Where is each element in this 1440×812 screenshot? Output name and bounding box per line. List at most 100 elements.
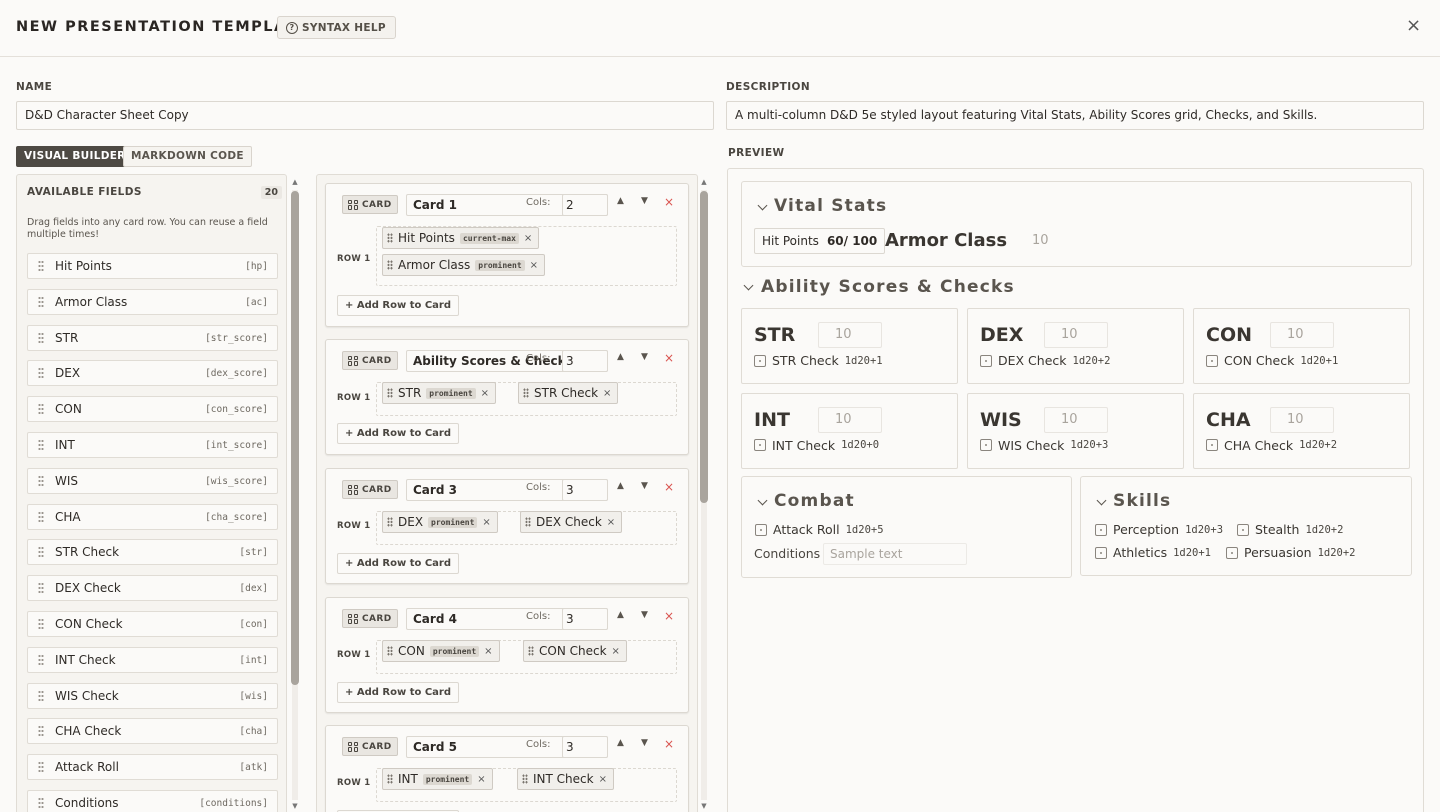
- scroll-up-icon[interactable]: ▲: [290, 178, 300, 186]
- drag-handle-icon[interactable]: [38, 725, 44, 738]
- close-icon[interactable]: ×: [1406, 15, 1421, 36]
- remove-chip-icon[interactable]: ×: [530, 260, 538, 271]
- move-up-icon[interactable]: ▲: [617, 352, 624, 362]
- delete-card-icon[interactable]: ×: [664, 609, 674, 623]
- available-field-item[interactable]: WIS [wis_score]: [27, 467, 278, 494]
- move-down-icon[interactable]: ▼: [641, 196, 648, 206]
- available-field-item[interactable]: INT [int_score]: [27, 432, 278, 458]
- scroll-thumb[interactable]: [700, 191, 708, 503]
- drag-handle-icon[interactable]: [523, 388, 529, 398]
- drag-handle-icon[interactable]: [387, 646, 393, 656]
- add-row-button[interactable]: + Add Row to Card: [337, 682, 459, 703]
- cols-input[interactable]: 3: [562, 350, 608, 372]
- available-field-item[interactable]: STR Check [str]: [27, 539, 278, 566]
- cols-input[interactable]: 2: [562, 194, 608, 216]
- remove-chip-icon[interactable]: ×: [524, 233, 532, 244]
- drag-handle-icon[interactable]: [522, 774, 528, 784]
- placed-field-chip[interactable]: STR Check ×: [518, 382, 619, 404]
- placed-field-chip[interactable]: DEX prominent ×: [382, 511, 498, 533]
- move-down-icon[interactable]: ▼: [641, 481, 648, 491]
- conditions-input[interactable]: Sample text: [823, 543, 967, 565]
- tab-visual-builder[interactable]: VISUAL BUILDER: [16, 146, 134, 167]
- drag-handle-icon[interactable]: [38, 797, 44, 809]
- available-field-item[interactable]: Attack Roll [atk]: [27, 754, 278, 781]
- tab-markdown-code[interactable]: MARKDOWN CODE: [123, 146, 252, 167]
- scroll-up-icon[interactable]: ▲: [699, 178, 709, 186]
- placed-field-chip[interactable]: DEX Check ×: [520, 511, 623, 533]
- remove-chip-icon[interactable]: ×: [477, 774, 485, 785]
- remove-chip-icon[interactable]: ×: [607, 517, 615, 528]
- remove-chip-icon[interactable]: ×: [603, 388, 611, 399]
- move-up-icon[interactable]: ▲: [617, 196, 624, 206]
- name-input[interactable]: D&D Character Sheet Copy: [16, 101, 714, 130]
- available-field-item[interactable]: DEX [dex_score]: [27, 360, 278, 387]
- move-down-icon[interactable]: ▼: [641, 738, 648, 748]
- move-down-icon[interactable]: ▼: [641, 610, 648, 620]
- available-field-item[interactable]: INT Check [int]: [27, 646, 278, 673]
- available-field-item[interactable]: WIS Check [wis]: [27, 682, 278, 709]
- description-input[interactable]: A multi-column D&D 5e styled layout feat…: [726, 101, 1424, 130]
- available-field-item[interactable]: Hit Points [hp]: [27, 253, 278, 279]
- ability-check[interactable]: INT Check 1d20+0: [754, 438, 879, 453]
- drag-handle-icon[interactable]: [387, 774, 393, 784]
- drag-handle-icon[interactable]: [38, 653, 44, 666]
- chevron-down-icon[interactable]: [757, 200, 768, 211]
- drag-handle-icon[interactable]: [38, 367, 44, 380]
- attack-roll-check[interactable]: Attack Roll 1d20+5: [755, 522, 884, 537]
- drag-handle-icon[interactable]: [387, 233, 393, 243]
- remove-chip-icon[interactable]: ×: [482, 517, 490, 528]
- delete-card-icon[interactable]: ×: [664, 351, 674, 365]
- delete-card-icon[interactable]: ×: [664, 195, 674, 209]
- move-up-icon[interactable]: ▲: [617, 481, 624, 491]
- chevron-down-icon[interactable]: [1096, 495, 1107, 506]
- chevron-down-icon[interactable]: [757, 495, 768, 506]
- delete-card-icon[interactable]: ×: [664, 737, 674, 751]
- skill-perception[interactable]: Perception 1d20+3: [1095, 522, 1223, 537]
- drag-handle-icon[interactable]: [38, 403, 44, 416]
- move-up-icon[interactable]: ▲: [617, 738, 624, 748]
- drag-handle-icon[interactable]: [525, 517, 531, 527]
- cols-input[interactable]: 3: [562, 479, 608, 501]
- drag-handle-icon[interactable]: [387, 517, 393, 527]
- available-field-item[interactable]: DEX Check [dex]: [27, 575, 278, 602]
- placed-field-chip[interactable]: CON prominent ×: [382, 640, 500, 662]
- drag-handle-icon[interactable]: [38, 761, 44, 774]
- skill-persuasion[interactable]: Persuasion 1d20+2: [1226, 545, 1356, 560]
- drag-handle-icon[interactable]: [528, 646, 534, 656]
- ability-check[interactable]: CON Check 1d20+1: [1206, 353, 1338, 368]
- placed-field-chip[interactable]: INT Check ×: [517, 768, 614, 790]
- remove-chip-icon[interactable]: ×: [612, 646, 620, 657]
- add-row-button[interactable]: + Add Row to Card: [337, 295, 459, 316]
- move-down-icon[interactable]: ▼: [641, 352, 648, 362]
- chip-tag[interactable]: prominent: [429, 645, 480, 657]
- available-field-item[interactable]: STR [str_score]: [27, 324, 278, 351]
- available-field-item[interactable]: CON Check [con]: [27, 611, 278, 637]
- chip-tag[interactable]: current-max: [459, 232, 519, 244]
- skill-stealth[interactable]: Stealth 1d20+2: [1237, 522, 1343, 537]
- drag-handle-icon[interactable]: [38, 331, 44, 344]
- scroll-thumb[interactable]: [291, 191, 299, 685]
- placed-field-chip[interactable]: CON Check ×: [523, 640, 627, 662]
- drag-handle-icon[interactable]: [38, 295, 44, 308]
- drag-handle-icon[interactable]: [38, 582, 44, 595]
- add-row-button[interactable]: + Add Row to Card: [337, 423, 459, 444]
- cols-input[interactable]: 3: [562, 736, 608, 758]
- remove-chip-icon[interactable]: ×: [481, 388, 489, 399]
- drag-handle-icon[interactable]: [38, 546, 44, 559]
- chip-tag[interactable]: prominent: [428, 516, 478, 528]
- add-row-button[interactable]: + Add Row to Card: [337, 553, 459, 574]
- ability-check[interactable]: WIS Check 1d20+3: [980, 438, 1108, 453]
- remove-chip-icon[interactable]: ×: [599, 774, 607, 785]
- available-field-item[interactable]: CHA Check [cha]: [27, 718, 278, 745]
- drag-handle-icon[interactable]: [38, 510, 44, 523]
- drag-handle-icon[interactable]: [38, 474, 44, 487]
- drag-handle-icon[interactable]: [38, 689, 44, 702]
- cols-input[interactable]: 3: [562, 608, 608, 630]
- remove-chip-icon[interactable]: ×: [484, 646, 492, 657]
- chip-tag[interactable]: prominent: [475, 259, 525, 271]
- skill-athletics[interactable]: Athletics 1d20+1: [1095, 545, 1211, 560]
- drag-handle-icon[interactable]: [38, 618, 44, 630]
- drag-handle-icon[interactable]: [38, 439, 44, 451]
- drag-handle-icon[interactable]: [387, 260, 393, 270]
- placed-field-chip[interactable]: Armor Class prominent ×: [382, 254, 546, 276]
